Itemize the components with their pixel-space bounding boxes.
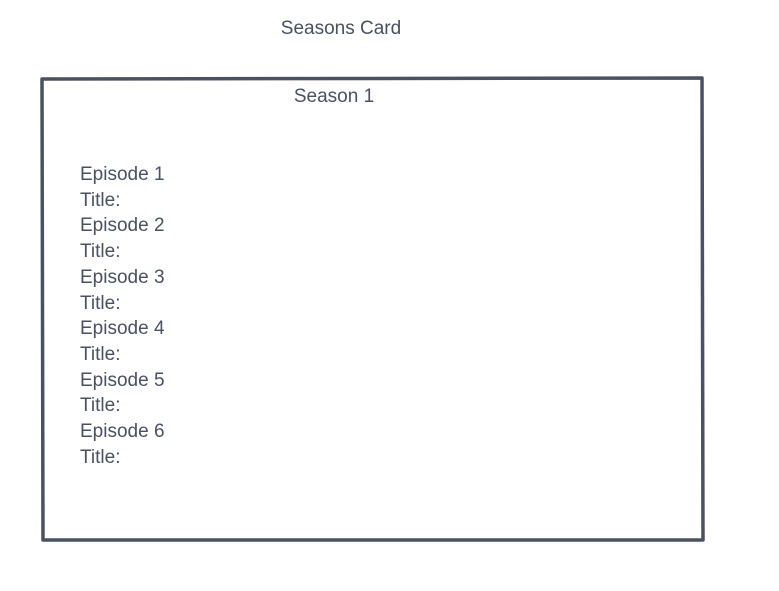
- episode-label: Episode 2: [80, 215, 165, 237]
- episode-label: Episode 4: [80, 318, 165, 340]
- episode-label: Episode 6: [80, 421, 165, 443]
- episode-title-label: Title:: [80, 343, 121, 365]
- episode-label: Episode 5: [80, 369, 165, 391]
- season-title: Season 1: [293, 86, 375, 107]
- episode-label: Episode 1: [80, 164, 165, 185]
- episode-label: Episode 3: [80, 266, 165, 288]
- episode-title-label: Title:: [80, 446, 121, 468]
- episode-title-label: Title:: [80, 395, 121, 417]
- episode-list: Episode 1 Title: Episode 2 Title: Episod…: [80, 162, 165, 470]
- page-title: Seasons Card: [280, 18, 402, 39]
- episode-title-label: Title:: [80, 241, 121, 263]
- episode-title-label: Title:: [80, 292, 121, 314]
- episode-title-label: Title:: [80, 189, 121, 211]
